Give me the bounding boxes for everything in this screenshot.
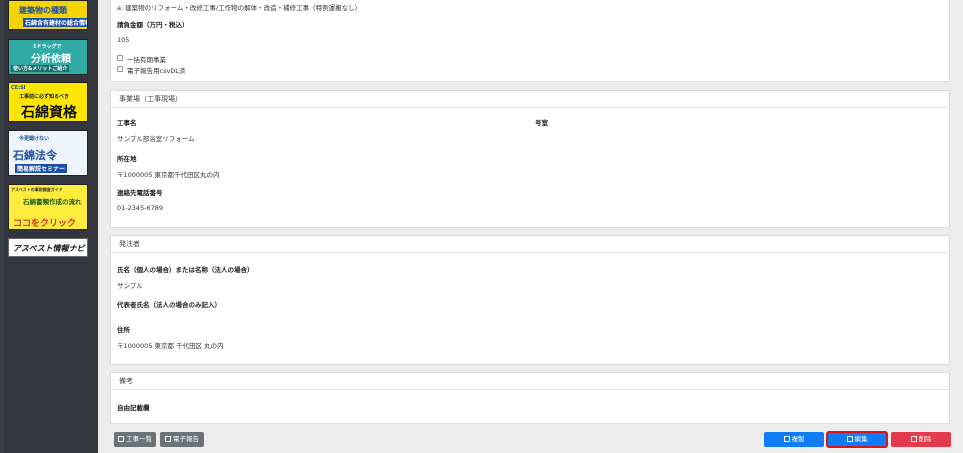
contract-panel: a. 建築物のリフォーム・改修工事/工作物の解体・改造・補修工事（特例運搬なし）… <box>110 0 950 82</box>
client-panel: 発注者 氏名（個人の場合）または名称（法人の場合） サンプル 代表者氏名（法人の… <box>110 235 950 365</box>
csv-checkbox[interactable] <box>117 66 123 72</box>
copy-icon <box>783 436 790 442</box>
work-list-label: 工事一覧 <box>126 435 152 443</box>
banner-analysis-request[interactable]: 1ドラッグで 分析依頼 使い方&メリットご紹介 <box>8 39 88 75</box>
trash-icon <box>910 436 917 442</box>
work-list-button[interactable]: 工事一覧 <box>114 432 156 447</box>
banner-title: アスベスト情報ナビ <box>13 244 85 253</box>
amount-label: 請負金額（万円・税込） <box>117 21 189 29</box>
banner-subtitle: 石綿資格 <box>21 105 77 121</box>
site-name-value: サンプル部浴室リフォーム <box>117 135 195 143</box>
banner-law-seminar[interactable]: 今更聞けない 石綿法令 簡易解説セミナー <box>8 130 88 176</box>
client-panel-header: 発注者 <box>111 236 949 253</box>
client-address-label: 住所 <box>117 326 130 334</box>
free-notes-label: 自由記載欄 <box>117 404 150 412</box>
notes-panel-header: 備考 <box>111 373 949 390</box>
banner-document-flow[interactable]: アスベストの事前調査ガイド 石綿書類作成の流れ ココをクリック <box>8 184 88 230</box>
notes-panel: 備考 自由記載欄 <box>110 372 950 424</box>
client-name-label: 氏名（個人の場合）または名称（法人の場合） <box>117 266 254 274</box>
banner-subtitle: 分析依頼 <box>31 54 71 65</box>
edit-icon <box>846 436 853 442</box>
site-address-label: 所在地 <box>117 155 137 163</box>
sidebar: 建築物の種類 石綿含有建材の総合情報 1ドラッグで 分析依頼 使い方&メリットご… <box>4 0 98 453</box>
client-address-value: 〒1000005 東京都 千代田区 丸の内 <box>117 342 224 350</box>
main-content: a. 建築物のリフォーム・改修工事/工作物の解体・改造・補修工事（特例運搬なし）… <box>98 0 963 453</box>
banner-title: 工事前に必ず知るべき <box>19 94 70 100</box>
bulk-checkbox[interactable] <box>117 55 123 61</box>
document-icon <box>165 436 171 442</box>
site-phone-value: 01-2345-6789 <box>117 204 164 212</box>
banner-subtitle: 石綿含有建材の総合情報 <box>23 18 87 27</box>
bulk-label: 一括有期事業 <box>127 56 166 64</box>
site-panel-header: 事業場（工事現場） <box>111 91 949 108</box>
banner-subtitle: 石綿書類作成の流れ <box>23 198 82 206</box>
banner-cta: ココをクリック <box>13 219 77 229</box>
client-rep-label: 代表者氏名（法人の場合のみ記入） <box>117 301 221 309</box>
banner-building-types[interactable]: 建築物の種類 石綿含有建材の総合情報 <box>8 0 88 30</box>
list-icon <box>118 436 124 442</box>
delete-button[interactable]: 削除 <box>891 432 951 447</box>
amount-value: 105 <box>117 36 130 44</box>
electronic-report-label: 電子報告 <box>173 435 199 443</box>
banner-title: 建築物の種類 <box>19 6 67 15</box>
edit-label: 編集 <box>854 435 868 443</box>
csv-label: 電子報告用csvDL済 <box>127 67 186 75</box>
banner-brand: CE:SI <box>11 85 26 91</box>
site-panel: 事業場（工事現場） 工事名 号室 サンプル部浴室リフォーム 所在地 〒10000… <box>110 90 950 228</box>
site-name-label: 工事名 <box>117 119 137 127</box>
site-address-value: 〒1000005 東京都千代田区丸の内 <box>117 171 220 179</box>
copy-label: 複製 <box>791 435 805 443</box>
banner-note: 簡易解説セミナー <box>15 164 68 173</box>
delete-label: 削除 <box>918 435 932 443</box>
client-name-value: サンプル <box>117 282 143 290</box>
banner-title: アスベストの事前調査ガイド <box>11 187 63 192</box>
banner-subtitle: 石綿法令 <box>13 149 57 162</box>
site-phone-label: 連絡先電話番号 <box>117 189 163 197</box>
banner-title: 1ドラッグで <box>33 44 62 50</box>
edit-button[interactable]: 編集 <box>826 431 888 448</box>
banner-asbestos-navi[interactable]: アスベスト情報ナビ <box>8 238 88 257</box>
copy-button[interactable]: 複製 <box>764 432 824 447</box>
work-type-value: a. 建築物のリフォーム・改修工事/工作物の解体・改造・補修工事（特例運搬なし） <box>117 4 362 12</box>
banner-title: 今更聞けない <box>19 136 50 142</box>
banner-note: 使い方&メリットご紹介 <box>11 65 70 72</box>
banner-asbestos-qualification[interactable]: CE:SI 工事前に必ず知るべき 石綿資格 <box>8 82 88 122</box>
electronic-report-button[interactable]: 電子報告 <box>160 432 204 447</box>
room-label: 号室 <box>535 119 548 127</box>
